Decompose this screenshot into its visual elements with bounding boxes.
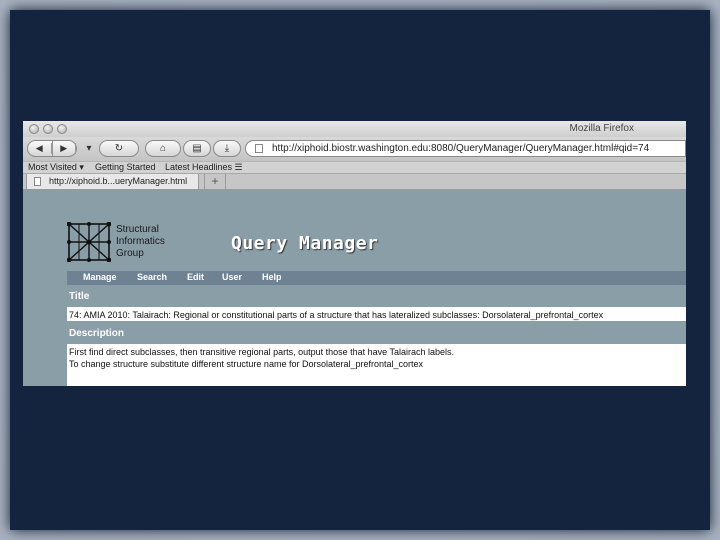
window-title: Mozilla Firefox bbox=[569, 123, 634, 134]
menu-user[interactable]: User bbox=[222, 272, 242, 282]
reload-button[interactable]: ↻ bbox=[99, 140, 139, 157]
description-line-1: First find direct subclasses, then trans… bbox=[69, 347, 455, 357]
history-dropdown-button[interactable]: ▾ bbox=[81, 140, 97, 157]
chevron-down-icon: ▾ bbox=[86, 143, 92, 154]
page-icon bbox=[34, 177, 41, 186]
description-field[interactable]: First find direct subclasses, then trans… bbox=[67, 344, 686, 386]
zoom-window-button[interactable] bbox=[57, 124, 67, 134]
plus-icon: + bbox=[211, 174, 219, 188]
bookmark-getting-started[interactable]: Getting Started bbox=[95, 162, 156, 172]
menu-edit[interactable]: Edit bbox=[187, 272, 204, 282]
downloads-button[interactable]: ⤓ bbox=[213, 140, 241, 157]
back-arrow-icon: ◀ bbox=[28, 143, 52, 154]
download-icon: ⤓ bbox=[224, 143, 230, 154]
description-line-2: To change structure substitute different… bbox=[69, 359, 424, 369]
url-bar[interactable]: http://xiphoid.biostr.washington.edu:808… bbox=[245, 140, 686, 157]
bookmark-latest-headlines[interactable]: Latest Headlines ☰ bbox=[165, 162, 243, 173]
minimize-window-button[interactable] bbox=[43, 124, 53, 134]
forward-button[interactable]: ▶ bbox=[53, 141, 76, 156]
tab-query-manager[interactable]: http://xiphoid.b...ueryManager.html bbox=[26, 174, 199, 190]
app-menu-bar: Manage Search Edit User Help bbox=[67, 271, 686, 285]
page-title: Query Manager bbox=[231, 233, 379, 254]
navigation-toolbar: ◀ ▶ ▾ ↻ ⌂ ▤ ⤓ http://xiphoid.biostr.wash… bbox=[23, 137, 686, 161]
logo-text: Structural Informatics Group bbox=[116, 224, 165, 259]
url-text: http://xiphoid.biostr.washington.edu:808… bbox=[272, 143, 650, 154]
bookmark-most-visited[interactable]: Most Visited ▾ bbox=[28, 162, 84, 173]
back-forward-group: ◀ ▶ bbox=[27, 140, 77, 157]
page-icon bbox=[255, 144, 263, 153]
title-value: 74: AMIA 2010: Talairach: Regional or co… bbox=[69, 310, 604, 320]
page-content: Structural Informatics Group Query Manag… bbox=[23, 190, 686, 386]
forward-arrow-icon: ▶ bbox=[53, 143, 76, 154]
close-window-button[interactable] bbox=[29, 124, 39, 134]
home-icon: ⌂ bbox=[159, 143, 167, 154]
reload-icon: ↻ bbox=[114, 143, 124, 154]
menu-help[interactable]: Help bbox=[262, 272, 282, 282]
structural-informatics-logo-icon bbox=[67, 222, 111, 262]
print-button[interactable]: ▤ bbox=[183, 140, 211, 157]
description-label: Description bbox=[69, 328, 125, 339]
menu-search[interactable]: Search bbox=[137, 272, 167, 282]
back-button[interactable]: ◀ bbox=[28, 141, 53, 156]
title-field[interactable]: 74: AMIA 2010: Talairach: Regional or co… bbox=[67, 307, 686, 321]
browser-window: Mozilla Firefox ◀ ▶ ▾ ↻ ⌂ ▤ ⤓ http://xip… bbox=[23, 121, 686, 386]
tab-label: http://xiphoid.b...ueryManager.html bbox=[49, 176, 188, 186]
menu-manage[interactable]: Manage bbox=[83, 272, 117, 282]
title-bar: Mozilla Firefox bbox=[23, 121, 686, 137]
new-tab-button[interactable]: + bbox=[204, 174, 226, 190]
tab-bar: http://xiphoid.b...ueryManager.html + bbox=[23, 173, 686, 190]
home-button[interactable]: ⌂ bbox=[145, 140, 181, 157]
title-label: Title bbox=[69, 291, 90, 302]
print-icon: ▤ bbox=[192, 143, 202, 154]
